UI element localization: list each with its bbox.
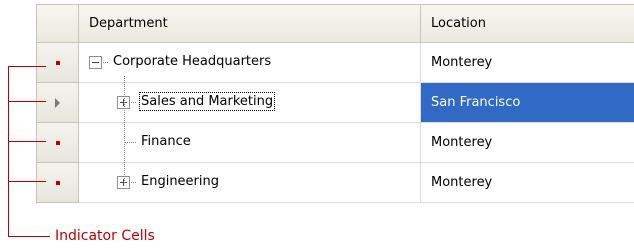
indicator-cell[interactable] (37, 123, 79, 163)
location-cell[interactable]: Monterey (421, 163, 634, 203)
row-indicator-dot (55, 180, 60, 185)
callout-label: Indicator Cells (55, 228, 155, 244)
callout-pointer (8, 181, 46, 182)
tree-connector (131, 182, 136, 183)
tree-connector (103, 62, 108, 63)
node-label: Sales and Marketing (138, 92, 276, 111)
node-label: Corporate Headquarters (113, 54, 272, 69)
tree-node-sales-and-marketing[interactable]: Sales and Marketing (79, 83, 421, 123)
indicator-cell[interactable] (37, 83, 79, 123)
column-header-department[interactable]: Department (79, 5, 421, 43)
row-indicator-dot (55, 60, 60, 65)
location-cell[interactable]: Monterey (421, 43, 634, 83)
node-label: Engineering (141, 174, 219, 189)
location-cell-selected[interactable]: San Francisco (421, 83, 634, 123)
callout-bracket (8, 66, 9, 236)
callout-pointer (8, 66, 46, 67)
tree-connector (131, 102, 136, 103)
callout-pointer (8, 141, 46, 142)
tree-node-finance[interactable]: Finance (79, 123, 421, 163)
row-indicator-dot (55, 140, 60, 145)
tree-guide-line (124, 76, 125, 183)
tree-list-grid: Department Location Corporate Headquarte… (36, 4, 634, 204)
tree-connector (124, 142, 136, 143)
callout-pointer (8, 236, 50, 237)
location-cell[interactable]: Monterey (421, 123, 634, 163)
indicator-cell[interactable] (37, 163, 79, 203)
node-label: Finance (141, 134, 191, 149)
focused-row-arrow-icon (55, 97, 60, 108)
tree-node-engineering[interactable]: Engineering (79, 163, 421, 203)
collapse-icon[interactable] (89, 56, 102, 69)
indicator-cell[interactable] (37, 43, 79, 83)
header-corner (37, 5, 79, 43)
callout-pointer (8, 101, 46, 102)
tree-node-corporate-headquarters[interactable]: Corporate Headquarters (79, 43, 421, 83)
column-header-location[interactable]: Location (421, 5, 634, 43)
